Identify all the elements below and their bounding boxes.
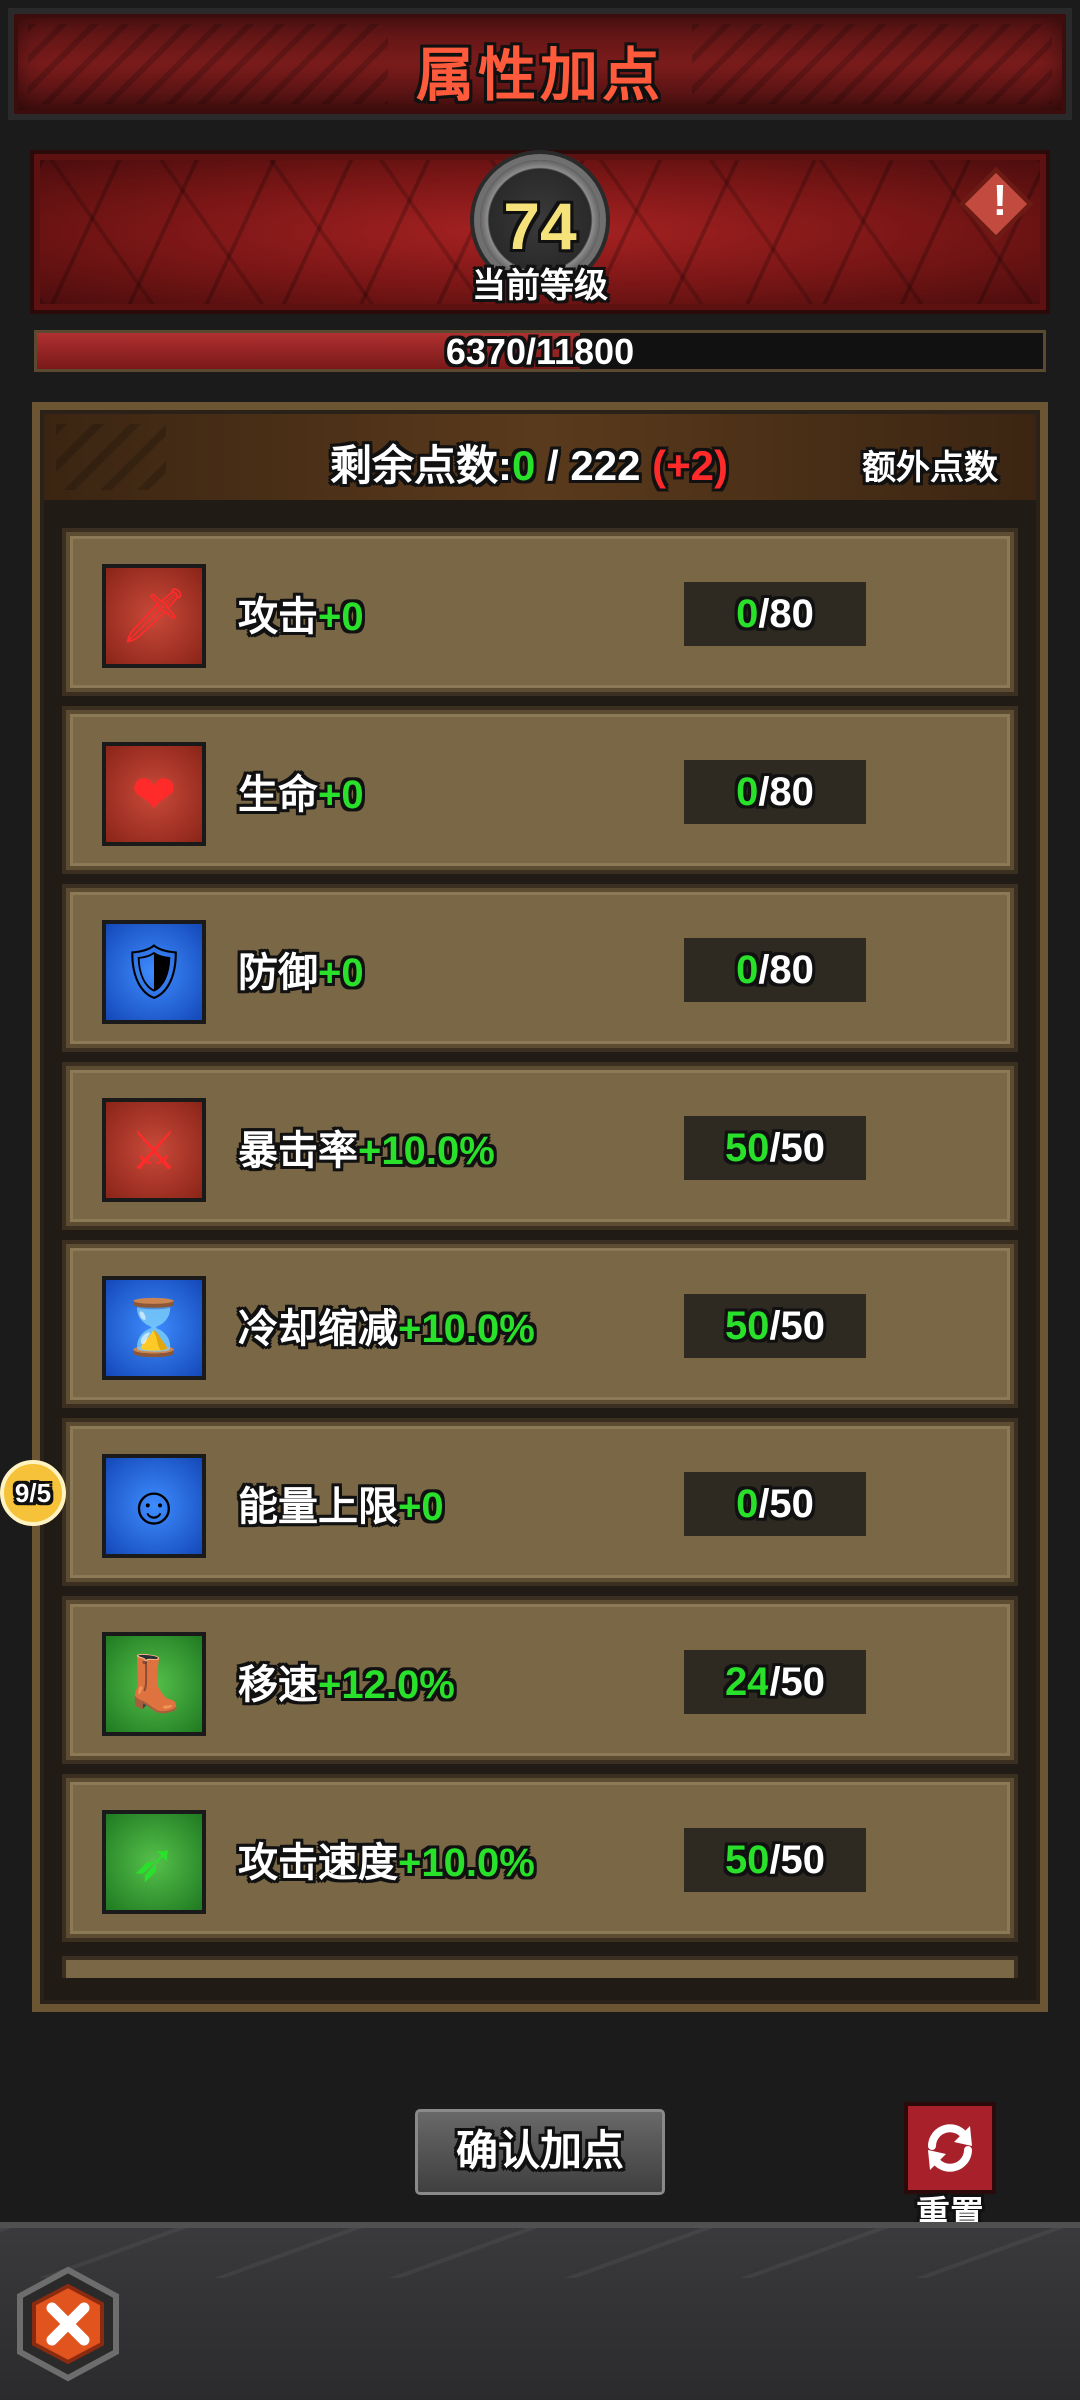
attribute-points[interactable]: 50/50 [684,1116,866,1180]
attribute-bonus: +12.0% [318,1663,455,1707]
attribute-points-max: /80 [758,592,814,636]
bonus-points-value: (+2) [652,442,728,489]
attribute-row[interactable]: 🛡 防御+0 0/80 [62,884,1018,1052]
attribute-points[interactable]: 50/50 [684,1828,866,1892]
attribute-points-current: 0 [736,1482,759,1526]
attribute-bonus: +10.0% [398,1307,535,1351]
attribute-bonus: +10.0% [358,1129,495,1173]
attribute-points[interactable]: 24/50 [684,1650,866,1714]
attribute-points[interactable]: 0/80 [684,760,866,824]
points-separator: / [535,442,571,489]
total-points-value: 222 [570,442,641,489]
side-badge[interactable]: 9/5 [0,1460,66,1526]
extra-points-button[interactable]: 额外点数 [862,440,998,489]
attribute-label: 能量上限 [238,1485,398,1529]
remaining-points: 剩余点数:0 / 222 (+2) [330,432,728,493]
title-bar: 属性加点 [8,8,1072,120]
footer-bar [0,2222,1080,2400]
attribute-name: 能量上限+0 [238,1474,444,1532]
boot-icon: 👢 [102,1632,206,1736]
attribute-bonus: +0 [318,595,364,639]
attribute-points-max: /50 [769,1126,826,1170]
attribute-label: 冷却缩减 [238,1307,398,1351]
attribute-name: 暴击率+10.0% [238,1118,495,1176]
attribute-points-current: 50 [724,1838,770,1882]
shield-icon: 🛡 [102,920,206,1024]
attribute-points-current: 50 [724,1126,770,1170]
attribute-label: 攻击速度 [238,1841,398,1885]
attribute-points-max: /80 [758,770,814,814]
attribute-name: 攻击+0 [238,584,364,642]
attack-speed-arrow-icon: ➶ [102,1810,206,1914]
reset-button[interactable] [904,2102,996,2194]
sword-icon: 🗡 [102,564,206,668]
crit-sword-icon: ⚔ [102,1098,206,1202]
exclamation-icon: ! [992,176,1008,225]
attribute-points-max: /80 [758,948,814,992]
attribute-points-max: /50 [758,1482,814,1526]
attribute-row[interactable]: ⚔ 暴击率+10.0% 50/50 [62,1062,1018,1230]
attribute-name: 攻击速度+10.0% [238,1830,535,1888]
level-label: 当前等级 [472,267,608,305]
list-item-partial [62,1956,1018,1978]
attribute-points[interactable]: 50/50 [684,1294,866,1358]
experience-bar: 6370/11800 [34,330,1046,372]
close-icon [17,2266,119,2382]
attribute-bonus: +0 [318,951,364,995]
reset-icon [928,2124,972,2172]
attribute-row[interactable]: 🗡 攻击+0 0/80 [62,528,1018,696]
attribute-list: 🗡 攻击+0 0/80 ❤ 生命+0 0/80 🛡 防御+0 0/80 ⚔ 暴击率+10.0% 50/… [62,528,1018,1952]
attribute-name: 移速+12.0% [238,1652,455,1710]
attribute-name: 冷却缩减+10.0% [238,1296,535,1354]
close-button[interactable] [8,2264,128,2384]
attribute-points-max: /50 [769,1304,826,1348]
level-number: 74 [503,189,577,263]
attribute-label: 攻击 [238,595,318,639]
attribute-points-current: 0 [736,948,759,992]
attribute-row[interactable]: ❤ 生命+0 0/80 [62,706,1018,874]
heart-icon: ❤ [102,742,206,846]
attribute-label: 防御 [238,951,318,995]
attribute-points-current: 50 [724,1304,770,1348]
remaining-points-value: 0 [512,442,536,489]
attribute-points-max: /50 [769,1660,826,1704]
attribute-label: 生命 [238,773,318,817]
attribute-points[interactable]: 0/50 [684,1472,866,1536]
attribute-row[interactable]: 👢 移速+12.0% 24/50 [62,1596,1018,1764]
hourglass-icon: ⌛ [102,1276,206,1380]
attribute-name: 生命+0 [238,762,364,820]
energy-figure-icon: ☺ [102,1454,206,1558]
attribute-label: 暴击率 [238,1129,358,1173]
attribute-points-current: 0 [736,770,759,814]
page-title: 属性加点 [415,43,664,108]
attribute-name: 防御+0 [238,940,364,998]
attribute-row[interactable]: ⌛ 冷却缩减+10.0% 50/50 [62,1240,1018,1408]
attribute-bonus: +10.0% [398,1841,535,1885]
attribute-row[interactable]: ➶ 攻击速度+10.0% 50/50 [62,1774,1018,1942]
attribute-points[interactable]: 0/80 [684,582,866,646]
experience-text: 6370/11800 [445,331,635,372]
confirm-points-button[interactable]: 确认加点 [410,2104,670,2200]
remaining-points-label: 剩余点数: [330,442,512,489]
attribute-bonus: +0 [398,1485,444,1529]
attribute-points-current: 0 [736,592,759,636]
attribute-points[interactable]: 0/80 [684,938,866,1002]
attribute-points-max: /50 [769,1838,826,1882]
attribute-points-current: 24 [724,1660,770,1704]
attribute-label: 移速 [238,1663,318,1707]
attribute-row[interactable]: ☺ 能量上限+0 0/50 [62,1418,1018,1586]
attribute-bonus: +0 [318,773,364,817]
